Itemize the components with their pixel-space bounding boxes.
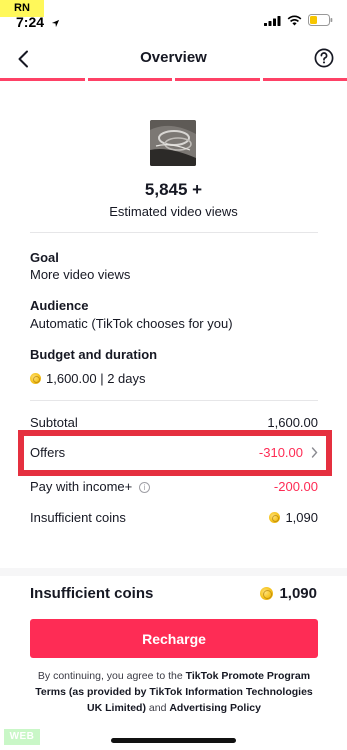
insufficient-coins-value-group: 1,090 [269, 510, 318, 525]
offers-row[interactable]: Offers -310.00 [30, 445, 318, 460]
coin-icon [30, 373, 41, 384]
status-icons [264, 14, 333, 26]
offers-value-group: -310.00 [259, 445, 318, 460]
estimated-views-label: Estimated video views [109, 204, 238, 219]
progress-step [262, 78, 347, 81]
footer-insufficient-label: Insufficient coins [30, 585, 154, 602]
offers-value: -310.00 [258, 445, 303, 460]
terms-prefix: By continuing, you agree to the [37, 670, 186, 682]
subtotal-label: Subtotal [30, 415, 78, 430]
audience-value: Automatic (TikTok chooses for you) [30, 316, 233, 331]
estimated-views-number: 5,845 + [144, 180, 203, 199]
coin-icon [269, 512, 281, 523]
status-time: 7:24 [16, 14, 60, 30]
terms-and: and [145, 702, 170, 714]
footer-amount: 1,090 [260, 585, 317, 602]
income-label: Pay with income+ [30, 479, 133, 494]
progress-step [0, 78, 85, 81]
wifi-icon [287, 15, 302, 25]
audience-title: Audience [30, 298, 89, 313]
subtotal-row: Subtotal 1,600.00 [30, 415, 318, 430]
insufficient-coins-row: Insufficient coins 1,090 [30, 510, 318, 525]
info-icon[interactable]: i [138, 482, 150, 494]
chevron-right-icon [311, 447, 318, 458]
signal-icon [264, 15, 281, 26]
income-label-group: Pay with income+ i [30, 479, 150, 494]
budget-line: 1,600.00 | 2 days [30, 371, 146, 386]
progress-step [87, 78, 172, 81]
insufficient-coins-value: 1,090 [285, 510, 318, 525]
help-icon [314, 48, 334, 68]
step-progress-bar [0, 78, 347, 81]
goal-value: More video views [30, 267, 131, 282]
footer-amount-value: 1,090 [279, 585, 317, 602]
battery-icon [308, 14, 333, 26]
recharge-button[interactable]: Recharge [30, 619, 318, 658]
terms-text: By continuing, you agree to the TikTok P… [28, 668, 320, 716]
status-time-text: 7:24 [16, 14, 45, 30]
section-separator [0, 568, 347, 576]
coin-icon [260, 587, 274, 600]
video-thumbnail [150, 120, 196, 166]
home-indicator[interactable] [111, 738, 236, 743]
offers-label: Offers [30, 445, 66, 460]
status-bar: RN 7:24 [0, 0, 347, 34]
divider [30, 400, 318, 401]
goal-title: Goal [30, 250, 59, 265]
location-arrow-icon [51, 19, 60, 27]
thumbnail-image [150, 120, 196, 166]
divider [30, 232, 318, 233]
progress-step [175, 78, 260, 81]
nav-bar: Overview [0, 40, 347, 76]
budget-title: Budget and duration [30, 347, 158, 362]
budget-value: 1,600.00 | 2 days [46, 371, 146, 386]
insufficient-coins-label: Insufficient coins [30, 510, 126, 525]
web-badge: WEB [4, 729, 40, 745]
income-value: -200.00 [273, 479, 318, 494]
subtotal-value: 1,600.00 [267, 415, 318, 430]
page-title: Overview [140, 49, 207, 66]
income-row: Pay with income+ i -200.00 [30, 479, 318, 494]
terms-link-advertising-policy[interactable]: Advertising Policy [169, 702, 261, 714]
help-button[interactable] [314, 48, 334, 68]
